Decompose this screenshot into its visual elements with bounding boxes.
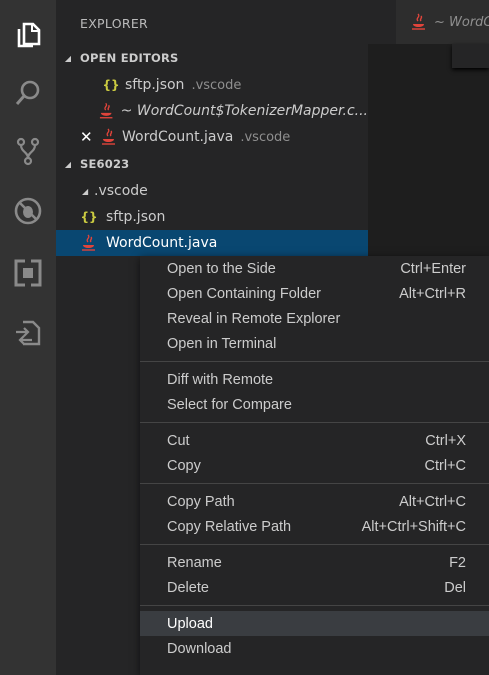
json-icon: {} — [80, 210, 98, 224]
menu-item-diff-remote[interactable]: Diff with Remote — [140, 367, 489, 392]
menu-item-download[interactable]: Download — [140, 636, 489, 661]
menu-separator — [140, 544, 489, 545]
menu-separator — [140, 361, 489, 362]
menu-item-open-terminal[interactable]: Open in Terminal — [140, 331, 489, 356]
open-editor-item[interactable]: {} sftp.json .vscode — [56, 72, 368, 98]
editor-tab[interactable]: ~ WordC — [396, 0, 489, 44]
open-editors-header[interactable]: ◢ OPEN EDITORS — [56, 47, 368, 69]
menu-item-cut[interactable]: Cut Ctrl+X — [140, 428, 489, 453]
menu-separator — [140, 605, 489, 606]
java-icon — [412, 13, 425, 30]
file-item[interactable]: {} sftp.json — [56, 204, 368, 230]
tab-bar: ~ WordC — [368, 0, 489, 44]
java-icon — [102, 128, 115, 145]
find-widget[interactable] — [452, 44, 489, 68]
debug-icon — [14, 197, 42, 225]
folder-item[interactable]: ◢ .vscode — [56, 178, 368, 204]
menu-item-copy-relative-path[interactable]: Copy Relative Path Alt+Ctrl+Shift+C — [140, 514, 489, 539]
folder-header[interactable]: ◢ SE6023 — [56, 153, 368, 175]
open-editor-item[interactable]: ~ WordCount$TokenizerMapper.c... — [56, 98, 368, 124]
source-control-button[interactable] — [0, 128, 56, 174]
java-icon — [82, 234, 95, 251]
open-editor-item[interactable]: ✕ WordCount.java .vscode — [56, 124, 368, 150]
menu-item-upload[interactable]: Upload — [140, 611, 489, 636]
remote-button[interactable] — [0, 310, 56, 356]
menu-item-delete[interactable]: Delete Del — [140, 575, 489, 600]
menu-item-reveal-remote[interactable]: Reveal in Remote Explorer — [140, 306, 489, 331]
file-item-selected[interactable]: WordCount.java — [56, 230, 368, 256]
menu-item-copy[interactable]: Copy Ctrl+C — [140, 453, 489, 478]
menu-item-select-compare[interactable]: Select for Compare — [140, 392, 489, 417]
extensions-button[interactable] — [0, 250, 56, 296]
menu-item-open-containing-folder[interactable]: Open Containing Folder Alt+Ctrl+R — [140, 281, 489, 306]
extensions-icon — [14, 259, 42, 287]
explorer-button[interactable] — [0, 12, 56, 58]
java-icon — [100, 102, 113, 119]
remote-transfer-icon — [16, 320, 41, 346]
menu-item-copy-path[interactable]: Copy Path Alt+Ctrl+C — [140, 489, 489, 514]
search-button[interactable] — [0, 70, 56, 116]
chevron-down-icon: ◢ — [64, 159, 72, 169]
sidebar-title: EXPLORER — [80, 16, 149, 31]
chevron-down-icon: ◢ — [82, 186, 89, 196]
debug-button[interactable] — [0, 188, 56, 234]
menu-separator — [140, 483, 489, 484]
context-menu: Open to the Side Ctrl+Enter Open Contain… — [140, 256, 489, 675]
menu-item-open-to-side[interactable]: Open to the Side Ctrl+Enter — [140, 256, 489, 281]
chevron-down-icon: ◢ — [64, 53, 72, 63]
close-icon[interactable]: ✕ — [80, 128, 94, 146]
files-icon — [17, 22, 41, 48]
source-control-icon — [16, 137, 40, 166]
search-icon — [15, 80, 40, 105]
json-icon: {} — [102, 78, 120, 92]
menu-item-rename[interactable]: Rename F2 — [140, 550, 489, 575]
menu-separator — [140, 422, 489, 423]
activity-bar — [0, 0, 56, 675]
